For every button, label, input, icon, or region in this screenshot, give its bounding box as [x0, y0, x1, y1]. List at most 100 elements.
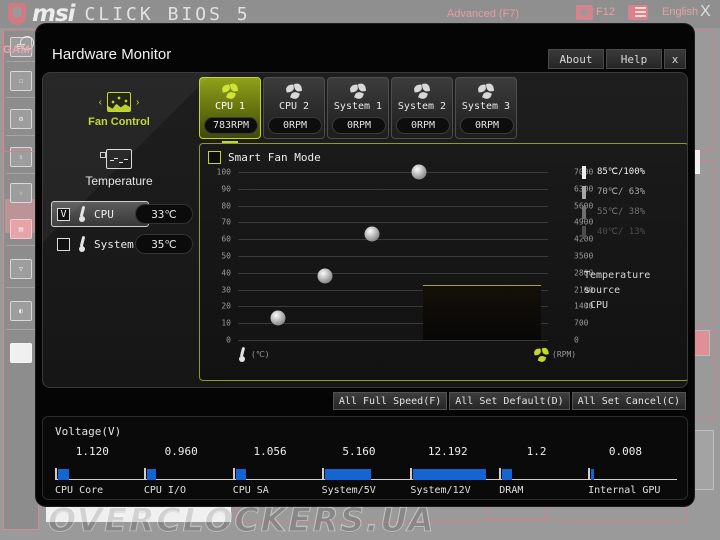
fan-rpm-value: 0RPM [460, 117, 514, 134]
fan-curve-point-1[interactable] [270, 310, 286, 326]
voltage-label: System/12V [410, 485, 471, 496]
legend-swatch [582, 205, 586, 219]
fan-curve-point-2[interactable] [317, 268, 333, 284]
y-axis-tick: 60 [221, 234, 231, 244]
favorites-rail-icon[interactable]: ☆ [10, 183, 32, 203]
voltage-bar [502, 469, 513, 480]
fan-curve-point-3[interactable] [364, 226, 380, 242]
close-bios-icon[interactable]: X [700, 3, 711, 21]
action-button-bar: All Full Speed(F) All Set Default(D) All S… [332, 392, 686, 410]
plot-axis-icons: (℃) (RPM) [238, 346, 658, 363]
voltage-bar [591, 469, 595, 480]
legend-swatch [582, 165, 586, 179]
curve-legend: 85℃/100% 70℃/ 63% 55℃/ 38% 40℃/ 13% [578, 162, 687, 242]
fan-tab-system-3[interactable]: System 3 0RPM [455, 77, 517, 139]
fan-rpm-value: 0RPM [396, 117, 450, 134]
grid-line [238, 222, 548, 224]
favorites-icon[interactable] [628, 5, 648, 20]
sensor-name: CPU [94, 207, 114, 221]
advanced-mode-label: Advanced (F7) [446, 8, 520, 20]
fan-rpm-value: 0RPM [268, 117, 322, 134]
grid-line [238, 340, 548, 341]
voltage-value: 5.160 [342, 445, 376, 458]
dialog-window-buttons: About Help x [548, 49, 686, 69]
screen: msi CLICK BIOS 5 Advanced (F7) F12 Engli… [0, 0, 720, 540]
action-button-2[interactable]: All Set Default(D) [449, 392, 570, 410]
y-axis-tick: 40 [221, 268, 231, 278]
y-axis-tick: 30 [221, 285, 231, 295]
fan-curve-panel: Smart Fan Mode 1007000906300805600704900… [199, 143, 687, 381]
fan-icon [284, 82, 303, 101]
fan-tab-label: System 1 [333, 101, 383, 112]
action-button-1[interactable]: All Full Speed(F) [332, 392, 448, 410]
smart-fan-mode-toggle[interactable]: Smart Fan Mode [208, 151, 321, 164]
voltage-tick [588, 468, 591, 480]
help-button[interactable]: Help [606, 49, 662, 69]
list-item[interactable]: V CPU 33℃ [49, 201, 195, 227]
screenshot-camera-icon[interactable] [576, 5, 593, 20]
voltage-value: 1.120 [75, 445, 109, 458]
left-column: ‹ › Fan Control Temperature V CPU 33℃ Sy… [43, 73, 195, 387]
sensor-value: 35℃ [135, 234, 193, 254]
temperature-history-area [423, 284, 541, 340]
fan-control-selector[interactable]: ‹ › Fan Control [43, 79, 195, 141]
legend-item-2: 70℃/ 63% [578, 182, 687, 202]
boot-icon[interactable]: ▽ [10, 259, 32, 279]
action-button-3[interactable]: All Set Cancel(C) [571, 392, 686, 410]
voltage-tick [55, 468, 57, 480]
sensor-checkbox[interactable]: V [57, 207, 70, 221]
y-axis-tick: 70 [221, 217, 231, 227]
language-selector[interactable]: English [662, 6, 698, 18]
smart-fan-mode-label: Smart Fan Mode [228, 151, 321, 164]
about-button[interactable]: About [548, 49, 604, 69]
fan-control-chart-icon [107, 92, 131, 112]
fan-tab-cpu-2[interactable]: CPU 2 0RPM [263, 77, 325, 139]
fan-tab-system-2[interactable]: System 2 0RPM [391, 77, 453, 139]
y-axis-tick: 10 [221, 318, 231, 328]
voltage-tick [143, 468, 146, 480]
fan-curve-plot[interactable]: 1007000906300805600704900604200503500402… [217, 164, 593, 345]
fan-rpm-value: 783RPM [204, 117, 258, 134]
monitor-body: ‹ › Fan Control Temperature V CPU 33℃ Sy… [42, 72, 688, 388]
legend-label: 70℃/ 63% [597, 187, 646, 197]
y-axis-tick: 20 [221, 301, 231, 311]
right-axis-tick: 700 [574, 318, 589, 328]
thermometer-icon [78, 206, 87, 222]
temperature-section: Temperature [43, 149, 195, 188]
screenshot-key-label: F12 [596, 6, 615, 18]
product-name: CLICK BIOS 5 [84, 3, 251, 25]
board-explorer-icon[interactable] [10, 343, 32, 363]
voltage-bar [413, 469, 487, 480]
right-axis-tick: 0 [574, 335, 579, 345]
smart-fan-mode-checkbox[interactable] [208, 151, 221, 164]
security-icon[interactable]: ◐ [10, 301, 32, 321]
y-axis-tick: 100 [216, 167, 231, 177]
thermometer-icon [78, 236, 87, 252]
hardware-monitor-icon[interactable]: ▤ [10, 219, 32, 239]
y-axis-tick: 0 [226, 335, 231, 345]
next-page-icon[interactable]: › [136, 97, 139, 108]
temperature-sensor-list: V CPU 33℃ System 35℃ [49, 201, 195, 261]
voltage-label: Internal GPU [588, 485, 661, 496]
sensor-checkbox[interactable] [57, 237, 70, 251]
temperature-source-line1: Temperature source [584, 270, 651, 296]
close-dialog-button[interactable]: x [664, 49, 686, 69]
fan-icon [476, 82, 495, 101]
y-axis-tick: 90 [221, 184, 231, 194]
fan-curve-point-4[interactable] [411, 164, 427, 180]
fan-tab-label: System 3 [461, 101, 511, 112]
fan-tab-cpu-1[interactable]: CPU 1 783RPM [199, 77, 261, 144]
voltage-label: DRAM [499, 485, 524, 496]
fan-tab-list: CPU 1 783RPM CPU 2 0RPM System 1 0RPM System 2… [199, 77, 517, 144]
voltage-panel: Voltage(V) 1.120 CPU Core 0.960 CPU I/O 1.05… [42, 416, 688, 500]
advanced-mode-button[interactable]: Advanced (F7) [398, 3, 568, 25]
prev-page-icon[interactable]: ‹ [99, 97, 102, 108]
y-axis-tick: 50 [221, 251, 231, 261]
hardware-monitor-dialog: Hardware Monitor About Help x ‹ › Fan Co… [36, 24, 694, 506]
y-axis-unit: (RPM) [552, 350, 577, 359]
voltage-bar [324, 469, 371, 480]
list-item[interactable]: System 35℃ [49, 231, 195, 257]
sensor-name: System [94, 237, 134, 251]
voltage-value: 12.192 [427, 445, 468, 458]
fan-tab-system-1[interactable]: System 1 0RPM [327, 77, 389, 139]
